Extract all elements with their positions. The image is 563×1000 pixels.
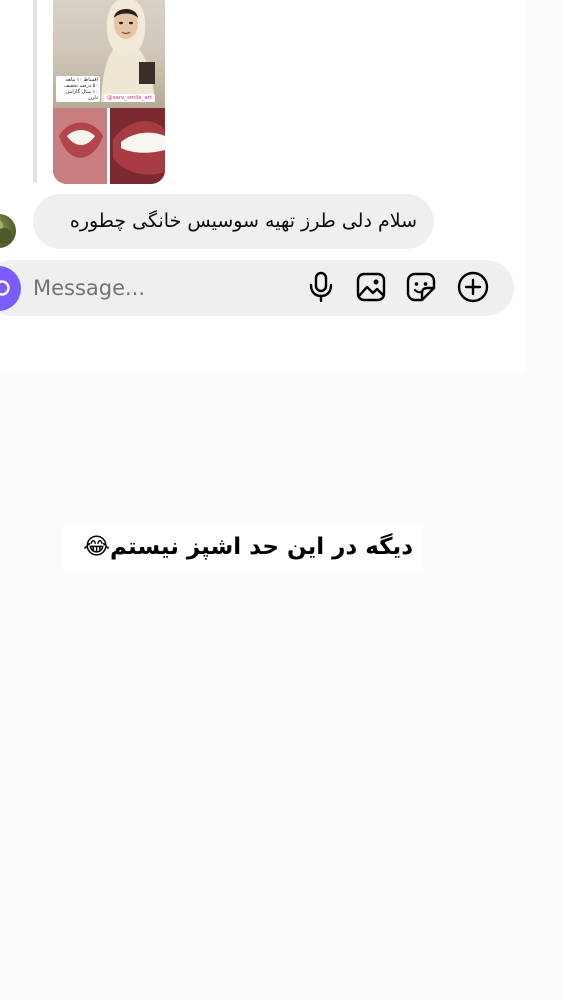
gallery-button[interactable] — [355, 271, 387, 303]
voice-message-button[interactable] — [305, 271, 337, 303]
image-icon — [356, 272, 386, 302]
post-image-top: اقساط ۱۰ ماهه ۵۰ درصد تخفیف ۱۰ سال گاران… — [53, 0, 165, 108]
post-username-tag: @sarv_smile_art — [104, 94, 156, 102]
camera-icon — [0, 280, 10, 296]
reply-indicator-line — [33, 0, 37, 183]
sticker-button[interactable] — [405, 271, 437, 303]
post-image-bottom — [53, 108, 165, 184]
meme-caption: دیگه در این حد اشپز نیستم😂 — [63, 524, 423, 571]
microphone-icon — [309, 271, 333, 303]
smile-closeup-image — [53, 108, 165, 184]
meme-caption-text: دیگه در این حد اشپز نیستم😂 — [83, 534, 413, 560]
received-message-text: سلام دلی طرز تهیه سوسیس خانگی چطوره — [69, 210, 417, 232]
edge-strip — [525, 0, 563, 372]
post-caption-box: اقساط ۱۰ ماهه ۵۰ درصد تخفیف ۱۰ سال گاران… — [56, 76, 100, 102]
post-caption-line: دارن — [88, 95, 98, 101]
person-figure — [101, 0, 155, 102]
shared-post-preview[interactable]: اقساط ۱۰ ماهه ۵۰ درصد تخفیف ۱۰ سال گاران… — [53, 0, 165, 184]
avatar[interactable] — [0, 214, 16, 248]
message-input[interactable] — [33, 265, 293, 311]
received-message-bubble[interactable]: سلام دلی طرز تهیه سوسیس خانگی چطوره — [33, 194, 434, 249]
plus-circle-icon — [457, 271, 489, 303]
sticker-icon — [406, 272, 436, 302]
more-options-button[interactable] — [457, 271, 489, 303]
avatar-image — [0, 220, 12, 244]
chat-thread: اقساط ۱۰ ماهه ۵۰ درصد تخفیف ۱۰ سال گاران… — [0, 0, 525, 372]
